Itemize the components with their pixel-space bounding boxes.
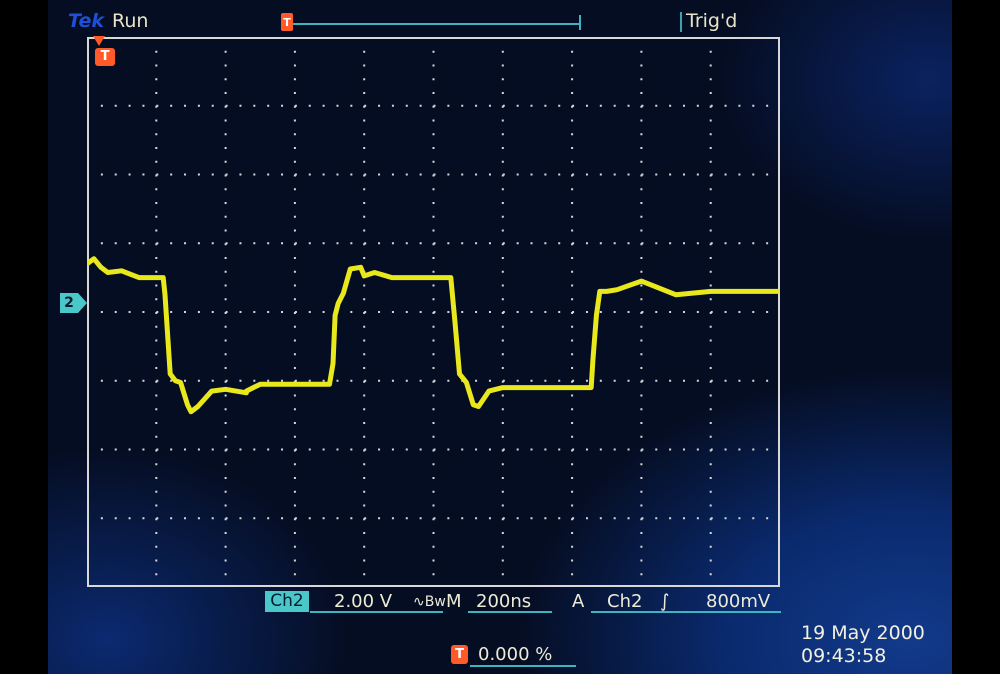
bandwidth-limit-icon: ∿Bw — [413, 594, 446, 610]
rising-edge-icon: ∫ — [660, 591, 670, 612]
acquisition-status: Run — [112, 10, 149, 32]
trigger-position-readout-icon: T — [451, 645, 468, 664]
right-bezel — [952, 0, 1000, 674]
volts-per-div-readout: 2.00 V — [334, 591, 393, 612]
trigger-position-readout: 0.000 % — [478, 644, 553, 665]
timebase-prefix: M — [446, 591, 462, 612]
channel-2-ground-arrow-icon — [78, 293, 87, 313]
trigger-position-icon: T — [95, 48, 115, 66]
time-readout: 09:43:58 — [801, 645, 887, 667]
channel-readout-tag: Ch2 — [265, 591, 309, 612]
trigger-status: Trig'd — [686, 10, 738, 32]
waveform-graticule — [87, 37, 780, 587]
left-bezel — [0, 0, 48, 674]
trigger-level-readout: 800mV — [706, 591, 771, 612]
record-trigger-icon: T — [281, 13, 293, 31]
channel-2-ground-marker: 2 — [60, 293, 78, 313]
date-readout: 19 May 2000 — [801, 622, 925, 644]
channel-2-waveform — [87, 256, 780, 415]
record-view-bar — [286, 23, 580, 25]
time-per-div-readout: 200ns — [476, 591, 532, 612]
trigger-status-divider — [680, 12, 682, 32]
record-view-bar-end — [579, 15, 581, 30]
trigger-source-readout: Ch2 — [607, 591, 643, 612]
brand-logo: Tek — [68, 10, 105, 32]
trigger-position-arrow-icon — [93, 36, 105, 46]
graticule-grid — [87, 37, 780, 587]
trigger-mode-readout: A — [572, 591, 585, 612]
